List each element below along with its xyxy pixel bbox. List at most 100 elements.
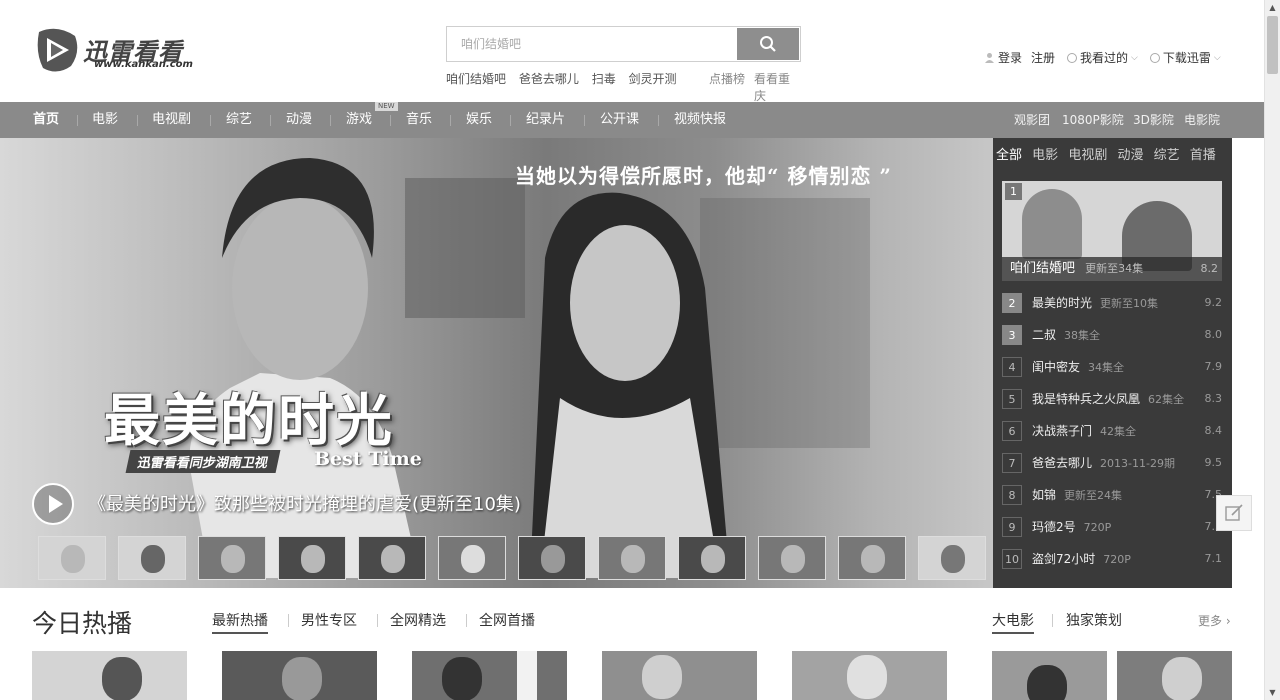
hot-search-words: 咱们结婚吧 爸爸去哪儿 扫毒 剑灵开测 点播榜 看看重庆 <box>446 70 806 103</box>
history-menu[interactable]: 我看过的 ⌵ <box>1067 49 1138 66</box>
download-menu[interactable]: 下载迅雷 ⌵ <box>1149 49 1221 66</box>
nav-item-ent[interactable]: 娱乐 <box>466 102 492 138</box>
tab-separator <box>1052 614 1053 627</box>
video-card[interactable] <box>32 651 187 700</box>
ranking-row[interactable]: 7 爸爸去哪儿 2013-11-29期 9.5 <box>1002 453 1222 473</box>
video-card[interactable] <box>602 651 757 700</box>
ranking-row[interactable]: 4 闺中密友 34集全 7.9 <box>1002 357 1222 377</box>
banner-thumb[interactable] <box>918 536 986 580</box>
video-card[interactable] <box>992 651 1107 700</box>
search-input[interactable] <box>448 28 738 60</box>
banner-thumb[interactable] <box>38 536 106 580</box>
nav-item-home[interactable]: 首页 <box>33 102 59 138</box>
nav-separator <box>450 115 451 126</box>
banner-thumb[interactable] <box>758 536 826 580</box>
nav-item-variety[interactable]: 综艺 <box>226 102 252 138</box>
nav-item-game[interactable]: 游戏 <box>346 102 372 138</box>
hotword-link[interactable]: 剑灵开测 <box>629 72 677 86</box>
ranking-row[interactable]: 2 最美的时光 更新至10集 9.2 <box>1002 293 1222 313</box>
scroll-down-icon[interactable]: ▼ <box>1265 685 1280 700</box>
tab-separator <box>377 614 378 627</box>
tab-separator <box>466 614 467 627</box>
banner-thumb[interactable] <box>438 536 506 580</box>
ranking-tab[interactable]: 全部 <box>996 148 1022 163</box>
ranking-featured-item[interactable]: 1 咱们结婚吧 更新至34集 8.2 <box>1002 181 1222 281</box>
tab-latest[interactable]: 最新热播 <box>212 610 268 634</box>
nav-right-cinema[interactable]: 电影院 <box>1184 102 1220 138</box>
new-badge: NEW <box>375 102 398 111</box>
nav-item-music[interactable]: 音乐 <box>406 102 432 138</box>
ranking-panel: 全部 电影 电视剧 动漫 综艺 首播 1 咱们结婚吧 更新至34集 8.2 2 … <box>993 138 1232 588</box>
ranking-tab[interactable]: 首播 <box>1190 148 1216 163</box>
ranking-row[interactable]: 3 二叔 38集全 8.0 <box>1002 325 1222 345</box>
banner-thumb[interactable] <box>518 536 586 580</box>
logo-url: www.kankan.com <box>94 59 193 70</box>
nav-separator <box>137 115 138 126</box>
ranking-row[interactable]: 8 如锦 更新至24集 7.5 <box>1002 485 1222 505</box>
tab-separator <box>288 614 289 627</box>
rank-score: 8.2 <box>1200 262 1219 275</box>
nav-item-tv[interactable]: 电视剧 <box>152 102 191 138</box>
nav-item-anime[interactable]: 动漫 <box>286 102 312 138</box>
ranking-tab[interactable]: 电视剧 <box>1068 148 1107 163</box>
nav-item-documentary[interactable]: 纪录片 <box>526 102 565 138</box>
hotword-link[interactable]: 爸爸去哪儿 <box>519 72 579 86</box>
nav-right-3d[interactable]: 3D影院 <box>1133 102 1174 138</box>
ranking-row[interactable]: 9 玛德2号 720P 7.3 <box>1002 517 1222 537</box>
ranking-tabs: 全部 电影 电视剧 动漫 综艺 首播 <box>996 144 1222 163</box>
banner-thumb[interactable] <box>838 536 906 580</box>
play-button[interactable] <box>32 483 74 525</box>
hero-banner[interactable]: 当她以为得偿所愿时，他却“ 移情别恋 ” 最美的时光 迅雷看看同步湖南卫视 Be… <box>0 138 993 588</box>
ranking-row[interactable]: 5 我是特种兵之火凤凰 62集全 8.3 <box>1002 389 1222 409</box>
nav-item-news[interactable]: 视频快报 <box>674 102 726 138</box>
nav-item-movie[interactable]: 电影 <box>92 102 118 138</box>
register-link[interactable]: 注册 <box>1031 49 1055 66</box>
banner-thumb[interactable] <box>358 536 426 580</box>
scroll-up-icon[interactable]: ▲ <box>1265 0 1280 15</box>
hotlink-chongqing[interactable]: 看看重庆 <box>754 70 797 104</box>
nav-separator <box>390 115 391 126</box>
rank-number: 9 <box>1002 517 1022 537</box>
banner-thumb[interactable] <box>278 536 346 580</box>
tab-male[interactable]: 男性专区 <box>301 610 357 630</box>
hotlink-ranking[interactable]: 点播榜 <box>709 70 745 87</box>
nav-right-1080p[interactable]: 1080P影院 <box>1062 102 1124 138</box>
banner-thumb[interactable] <box>678 536 746 580</box>
more-link[interactable]: 更多 › <box>1198 612 1231 629</box>
rank-score: 8.3 <box>1204 392 1223 405</box>
banner-thumb[interactable] <box>118 536 186 580</box>
banner-thumb[interactable] <box>198 536 266 580</box>
section-title: 今日热播 <box>32 609 133 638</box>
rank-number: 10 <box>1002 549 1022 569</box>
page-scrollbar[interactable]: ▲ ▼ <box>1264 0 1280 700</box>
video-card[interactable] <box>222 651 377 700</box>
ranking-tab[interactable]: 综艺 <box>1154 148 1180 163</box>
tab-premiere[interactable]: 全网首播 <box>479 610 535 630</box>
ranking-tab[interactable]: 电影 <box>1032 148 1058 163</box>
logo[interactable]: 迅雷看看 www.kankan.com <box>33 26 203 76</box>
login-link[interactable]: 登录 <box>998 49 1022 66</box>
tab-exclusive[interactable]: 独家策划 <box>1066 610 1122 630</box>
rank-title: 决战燕子门 42集全 <box>1032 424 1137 438</box>
nav-item-opencourse[interactable]: 公开课 <box>600 102 639 138</box>
scroll-thumb[interactable] <box>1267 16 1278 74</box>
hotword-link[interactable]: 扫毒 <box>592 72 616 86</box>
nav-right-group[interactable]: 观影团 <box>1014 102 1050 138</box>
banner-thumb[interactable] <box>598 536 666 580</box>
ranking-tab[interactable]: 动漫 <box>1117 148 1143 163</box>
video-card[interactable] <box>1117 651 1232 700</box>
nav-separator <box>77 115 78 126</box>
rank-number: 5 <box>1002 389 1022 409</box>
ranking-row[interactable]: 10 盗剑72小时 720P 7.1 <box>1002 549 1222 569</box>
hotword-link[interactable]: 咱们结婚吧 <box>446 72 506 86</box>
tab-picks[interactable]: 全网精选 <box>390 610 446 630</box>
rank-title: 咱们结婚吧 <box>1010 261 1076 276</box>
tab-movie[interactable]: 大电影 <box>992 610 1034 634</box>
ranking-row[interactable]: 6 决战燕子门 42集全 8.4 <box>1002 421 1222 441</box>
feedback-button[interactable] <box>1216 495 1252 531</box>
video-card[interactable] <box>792 651 947 700</box>
rank-number: 6 <box>1002 421 1022 441</box>
video-card[interactable] <box>412 651 567 700</box>
search-button[interactable] <box>737 28 799 60</box>
banner-caption[interactable]: 《最美的时光》致那些被时光掩埋的虐爱(更新至10集) <box>88 490 521 516</box>
